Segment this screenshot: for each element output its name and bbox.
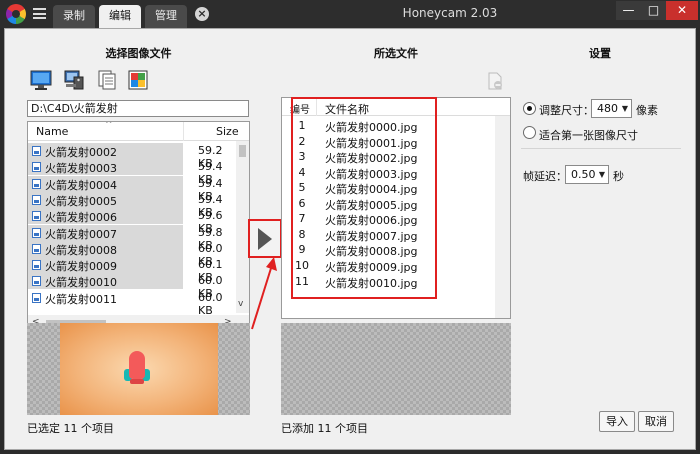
scroll-down-icon[interactable]: v [238, 299, 243, 309]
image-file-icon [32, 243, 41, 254]
image-file-icon [32, 162, 41, 173]
resize-unit-label: 像素 [636, 104, 658, 117]
frame-delay-label: 帧延迟： [523, 170, 567, 183]
images-icon[interactable] [127, 69, 151, 91]
title-bar: 录制 编辑 管理 × Honeycam 2.03 — □ ✕ [0, 0, 700, 28]
editor-panel: 选择图像文件 D:\C4D\火箭发射 Name ^ Size 火箭发射0002 … [4, 28, 696, 450]
import-button[interactable]: 导入 [599, 411, 635, 432]
annotation-highlight-box [291, 97, 437, 299]
preview-image [60, 323, 218, 415]
annotation-arrow [251, 257, 277, 330]
file-name: 火箭发射0004 [45, 178, 117, 192]
column-divider[interactable] [183, 122, 184, 141]
maximize-button[interactable]: □ [641, 1, 666, 20]
resize-radio[interactable] [523, 102, 536, 115]
file-size: 60.0 KB [198, 290, 223, 317]
rocket-image-part [130, 379, 144, 384]
file-name: 火箭发射0010 [45, 276, 117, 290]
file-list-row[interactable]: 火箭发射0007 59.8 KB [28, 224, 236, 252]
file-list-row[interactable]: 火箭发射0010 60.0 KB [28, 273, 236, 300]
file-name: 火箭发射0007 [45, 227, 117, 241]
file-browser-list[interactable]: Name ^ Size 火箭发射0002 59.2 KB 火箭发射0003 59.4 … [27, 121, 250, 333]
file-list-header: Name ^ Size [28, 122, 249, 141]
file-name: 火箭发射0003 [45, 162, 117, 176]
fit-first-image-radio[interactable] [523, 126, 536, 139]
honeycam-logo-icon[interactable] [6, 4, 26, 24]
cancel-button[interactable]: 取消 [638, 411, 674, 432]
column-name-header[interactable]: Name [36, 125, 68, 138]
frame-delay-value: 0.50 [571, 168, 596, 181]
file-name: 火箭发射0008 [45, 243, 117, 257]
dropdown-arrow-icon: ▼ [598, 170, 605, 179]
image-file-icon [32, 276, 41, 287]
tab-record[interactable]: 录制 [53, 5, 95, 28]
sort-ascending-icon: ^ [105, 121, 113, 130]
settings-divider [521, 148, 681, 149]
file-list-row[interactable]: 火箭发射0002 59.2 KB [28, 143, 236, 170]
column-size-header[interactable]: Size [216, 125, 239, 138]
file-list-row[interactable]: 火箭发射0008 60.0 KB [28, 240, 236, 268]
frame-delay-select[interactable]: 0.50 ▼ [565, 165, 609, 184]
image-file-icon [32, 211, 41, 222]
file-list-row[interactable]: 火箭发射0009 60.1 KB [28, 257, 236, 284]
settings-title: 设置 [589, 47, 611, 60]
resize-size-select[interactable]: 480 ▼ [591, 99, 632, 118]
fit-first-image-label: 适合第一张图像尺寸 [539, 129, 638, 142]
file-list-row[interactable]: 火箭发射0004 59.4 KB [28, 175, 236, 203]
scrollbar-thumb[interactable] [239, 145, 246, 157]
vertical-scrollbar[interactable] [495, 116, 510, 318]
computer-icon[interactable] [62, 69, 86, 91]
image-file-icon [32, 146, 41, 156]
resize-label: 调整尺寸： [539, 104, 594, 117]
desktop-icon[interactable] [29, 69, 53, 91]
app-title: Honeycam 2.03 [402, 6, 498, 20]
selected-status-text: 已添加 11 个项目 [281, 422, 368, 435]
image-file-icon [32, 260, 41, 271]
left-panel-title: 选择图像文件 [105, 47, 172, 60]
file-name: 火箭发射0009 [45, 260, 117, 274]
documents-icon[interactable] [95, 69, 119, 91]
close-tab-icon[interactable]: × [195, 7, 209, 21]
file-name: 火箭发射0011 [45, 292, 117, 306]
frame-delay-unit-label: 秒 [613, 170, 624, 183]
file-list-row[interactable]: 火箭发射0006 59.6 KB [28, 208, 236, 235]
play-arrow-icon [258, 228, 272, 250]
remove-file-icon[interactable] [487, 72, 503, 90]
image-preview [27, 323, 250, 415]
file-name: 火箭发射0005 [45, 194, 117, 208]
minimize-button[interactable]: — [616, 1, 641, 20]
folder-path-input[interactable]: D:\C4D\火箭发射 [27, 100, 249, 117]
image-file-icon [32, 227, 41, 238]
tab-edit[interactable]: 编辑 [99, 5, 141, 28]
tab-manage[interactable]: 管理 [145, 5, 187, 28]
file-list-row[interactable]: 火箭发射0011 60.0 KB [28, 289, 236, 317]
file-name: 火箭发射0006 [45, 211, 117, 225]
resize-size-value: 480 [597, 102, 618, 115]
image-file-icon [32, 178, 41, 189]
file-list-row[interactable]: 火箭发射0003 59.4 KB [28, 159, 236, 186]
image-file-icon [32, 292, 41, 303]
hamburger-menu-icon[interactable] [33, 8, 46, 19]
rocket-image-part [129, 351, 145, 379]
image-file-icon [32, 194, 41, 205]
left-status-text: 已选定 11 个项目 [27, 422, 114, 435]
selected-panel-title: 所选文件 [374, 47, 418, 60]
selected-preview-area [281, 323, 511, 415]
file-list-row[interactable]: 火箭发射0005 59.4 KB [28, 191, 236, 219]
add-to-selection-button[interactable] [248, 219, 282, 258]
dropdown-arrow-icon: ▼ [621, 104, 628, 113]
file-name: 火箭发射0002 [45, 146, 117, 159]
close-window-button[interactable]: ✕ [666, 1, 698, 20]
